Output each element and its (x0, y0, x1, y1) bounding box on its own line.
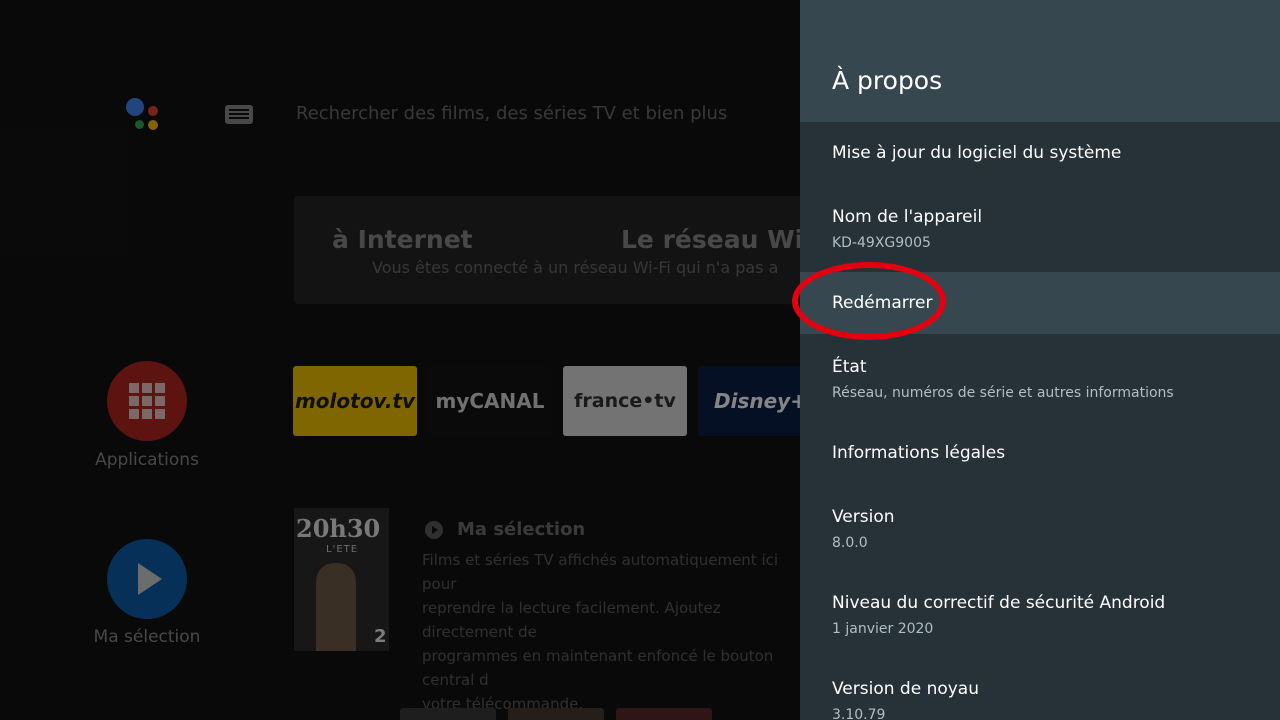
panel-header: À propos (800, 0, 1280, 122)
keyboard-icon[interactable] (225, 105, 253, 124)
poster-person-image (316, 563, 356, 651)
menu-item-title: Informations légales (832, 443, 1006, 463)
play-icon (138, 563, 162, 595)
menu-item-subtitle: Réseau, numéros de série et autres infor… (832, 385, 1174, 401)
app-tile-mycanal[interactable]: myCANAL (428, 366, 552, 436)
banner-title-right: Le réseau Wi-F (621, 225, 800, 254)
poster-channel-number: 2 (374, 626, 387, 647)
poster-title: 20h30 (296, 514, 381, 543)
menu-item-subtitle: KD-49XG9005 (832, 235, 931, 251)
menu-item-subtitle: 8.0.0 (832, 535, 868, 551)
home-screen: Rechercher des films, des séries TV et b… (0, 0, 800, 720)
panel-title: À propos (832, 66, 943, 95)
menu-item-title: Version (832, 507, 895, 527)
menu-item-status[interactable]: État Réseau, numéros de série et autres … (800, 336, 1280, 422)
banner-subtitle: Vous êtes connecté à un réseau Wi-Fi qui… (372, 258, 779, 277)
menu-item-kernel-version[interactable]: Version de noyau 3.10.79 (800, 658, 1280, 720)
menu-item-title: Redémarrer (832, 293, 933, 313)
menu-item-system-update[interactable]: Mise à jour du logiciel du système (800, 122, 1280, 186)
menu-item-subtitle: 3.10.79 (832, 707, 886, 720)
menu-item-title: Niveau du correctif de sécurité Android (832, 593, 1166, 613)
menu-item-restart[interactable]: Redémarrer (800, 272, 1280, 334)
menu-item-version[interactable]: Version 8.0.0 (800, 486, 1280, 572)
selection-title: Ma sélection (457, 519, 586, 540)
app-tile-francetv[interactable]: france•tv (563, 366, 687, 436)
selection-description: Films et séries TV affichés automatiquem… (422, 551, 779, 713)
program-poster[interactable]: 20h30 L'ETE 2 (294, 508, 389, 651)
applications-label: Applications (95, 450, 199, 470)
menu-item-title: Nom de l'appareil (832, 207, 983, 227)
app-tile-molotov[interactable]: molotov.tv (293, 366, 417, 436)
menu-item-title: État (832, 357, 867, 377)
app-tile-disney[interactable]: Disney+ (698, 366, 800, 436)
search-input[interactable]: Rechercher des films, des séries TV et b… (296, 103, 727, 124)
google-assistant-icon[interactable] (126, 96, 166, 136)
menu-item-legal-info[interactable]: Informations légales (800, 422, 1280, 486)
banner-title-left: à Internet (332, 225, 473, 254)
apps-grid-icon (129, 383, 165, 419)
menu-item-subtitle: 1 janvier 2020 (832, 621, 934, 637)
menu-item-title: Version de noyau (832, 679, 979, 699)
menu-item-title: Mise à jour du logiciel du système (832, 143, 1122, 163)
ma-selection-button[interactable] (107, 539, 187, 619)
ma-selection-label: Ma sélection (93, 627, 201, 647)
menu-item-device-name[interactable]: Nom de l'appareil KD-49XG9005 (800, 186, 1280, 272)
poster-subtitle: L'ETE (326, 544, 359, 555)
applications-button[interactable] (107, 361, 187, 441)
menu-item-security-patch[interactable]: Niveau du correctif de sécurité Android … (800, 572, 1280, 658)
settings-panel: À propos Mise à jour du logiciel du syst… (800, 0, 1280, 720)
play-circle-icon (425, 521, 443, 539)
